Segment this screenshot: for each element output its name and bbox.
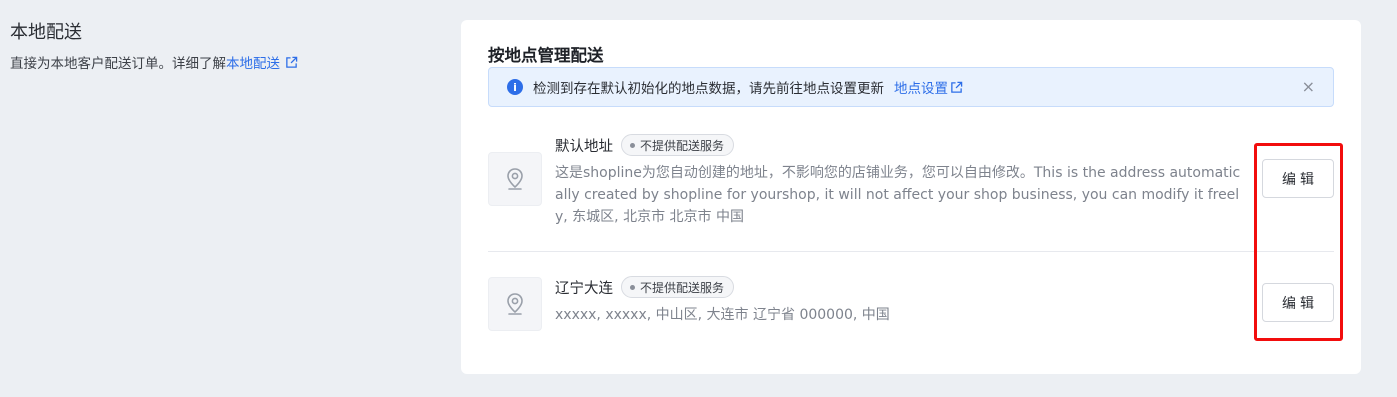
external-link-icon bbox=[286, 56, 298, 68]
location-address: xxxxx, xxxxx, 中山区, 大连市 辽宁省 000000, 中国 bbox=[555, 307, 890, 323]
status-badge-label: 不提供配送服务 bbox=[640, 280, 725, 295]
status-badge-label: 不提供配送服务 bbox=[640, 138, 725, 153]
annotation-highlight-box bbox=[1254, 143, 1343, 341]
location-name: 辽宁大连 bbox=[555, 280, 613, 297]
location-settings-link[interactable]: 地点设置 bbox=[894, 77, 963, 97]
badge-dot bbox=[630, 142, 635, 148]
info-icon: i bbox=[507, 79, 523, 95]
close-icon[interactable]: × bbox=[1302, 78, 1315, 96]
location-item: 辽宁大连 不提供配送服务 xxxxx, xxxxx, 中山区, 大连市 辽宁省 … bbox=[488, 272, 1334, 342]
location-details: 默认地址 不提供配送服务 这是shopline为您自动创建的地址，不影响您的店铺… bbox=[555, 134, 1245, 228]
learn-more-link-label: 本地配送 bbox=[226, 56, 280, 72]
location-item: 默认地址 不提供配送服务 这是shopline为您自动创建的地址，不影响您的店铺… bbox=[488, 130, 1334, 252]
description-text: 直接为本地客户配送订单。详细了解 bbox=[10, 56, 226, 72]
location-details: 辽宁大连 不提供配送服务 xxxxx, xxxxx, 中山区, 大连市 辽宁省 … bbox=[555, 276, 1245, 326]
location-name: 默认地址 bbox=[555, 138, 613, 155]
status-badge: 不提供配送服务 bbox=[621, 134, 735, 156]
status-badge: 不提供配送服务 bbox=[621, 276, 735, 298]
section-title: 本地配送 bbox=[10, 22, 82, 43]
section-description: 直接为本地客户配送订单。详细了解本地配送 bbox=[10, 54, 430, 74]
delivery-by-location-card: 按地点管理配送 i 检测到存在默认初始化的地点数据，请先前往地点设置更新 地点设… bbox=[461, 20, 1361, 374]
location-header: 默认地址 不提供配送服务 bbox=[555, 134, 1245, 156]
location-pin-icon bbox=[488, 277, 542, 331]
external-link-icon bbox=[951, 81, 963, 93]
page: 本地配送 直接为本地客户配送订单。详细了解本地配送 按地点管理配送 i 检测到存… bbox=[0, 0, 1397, 397]
notice-text: 检测到存在默认初始化的地点数据，请先前往地点设置更新 bbox=[533, 81, 884, 97]
learn-more-link[interactable]: 本地配送 bbox=[226, 56, 298, 72]
notice-banner: i 检测到存在默认初始化的地点数据，请先前往地点设置更新 地点设置 × bbox=[488, 67, 1334, 107]
badge-dot bbox=[630, 284, 635, 290]
card-title: 按地点管理配送 bbox=[488, 46, 604, 65]
location-address: 这是shopline为您自动创建的地址，不影响您的店铺业务，您可以自由修改。Th… bbox=[555, 165, 1241, 225]
location-pin-icon bbox=[488, 152, 542, 206]
location-header: 辽宁大连 不提供配送服务 bbox=[555, 276, 1245, 298]
location-settings-link-label: 地点设置 bbox=[894, 81, 948, 97]
local-delivery-intro: 本地配送 直接为本地客户配送订单。详细了解本地配送 bbox=[10, 20, 430, 74]
